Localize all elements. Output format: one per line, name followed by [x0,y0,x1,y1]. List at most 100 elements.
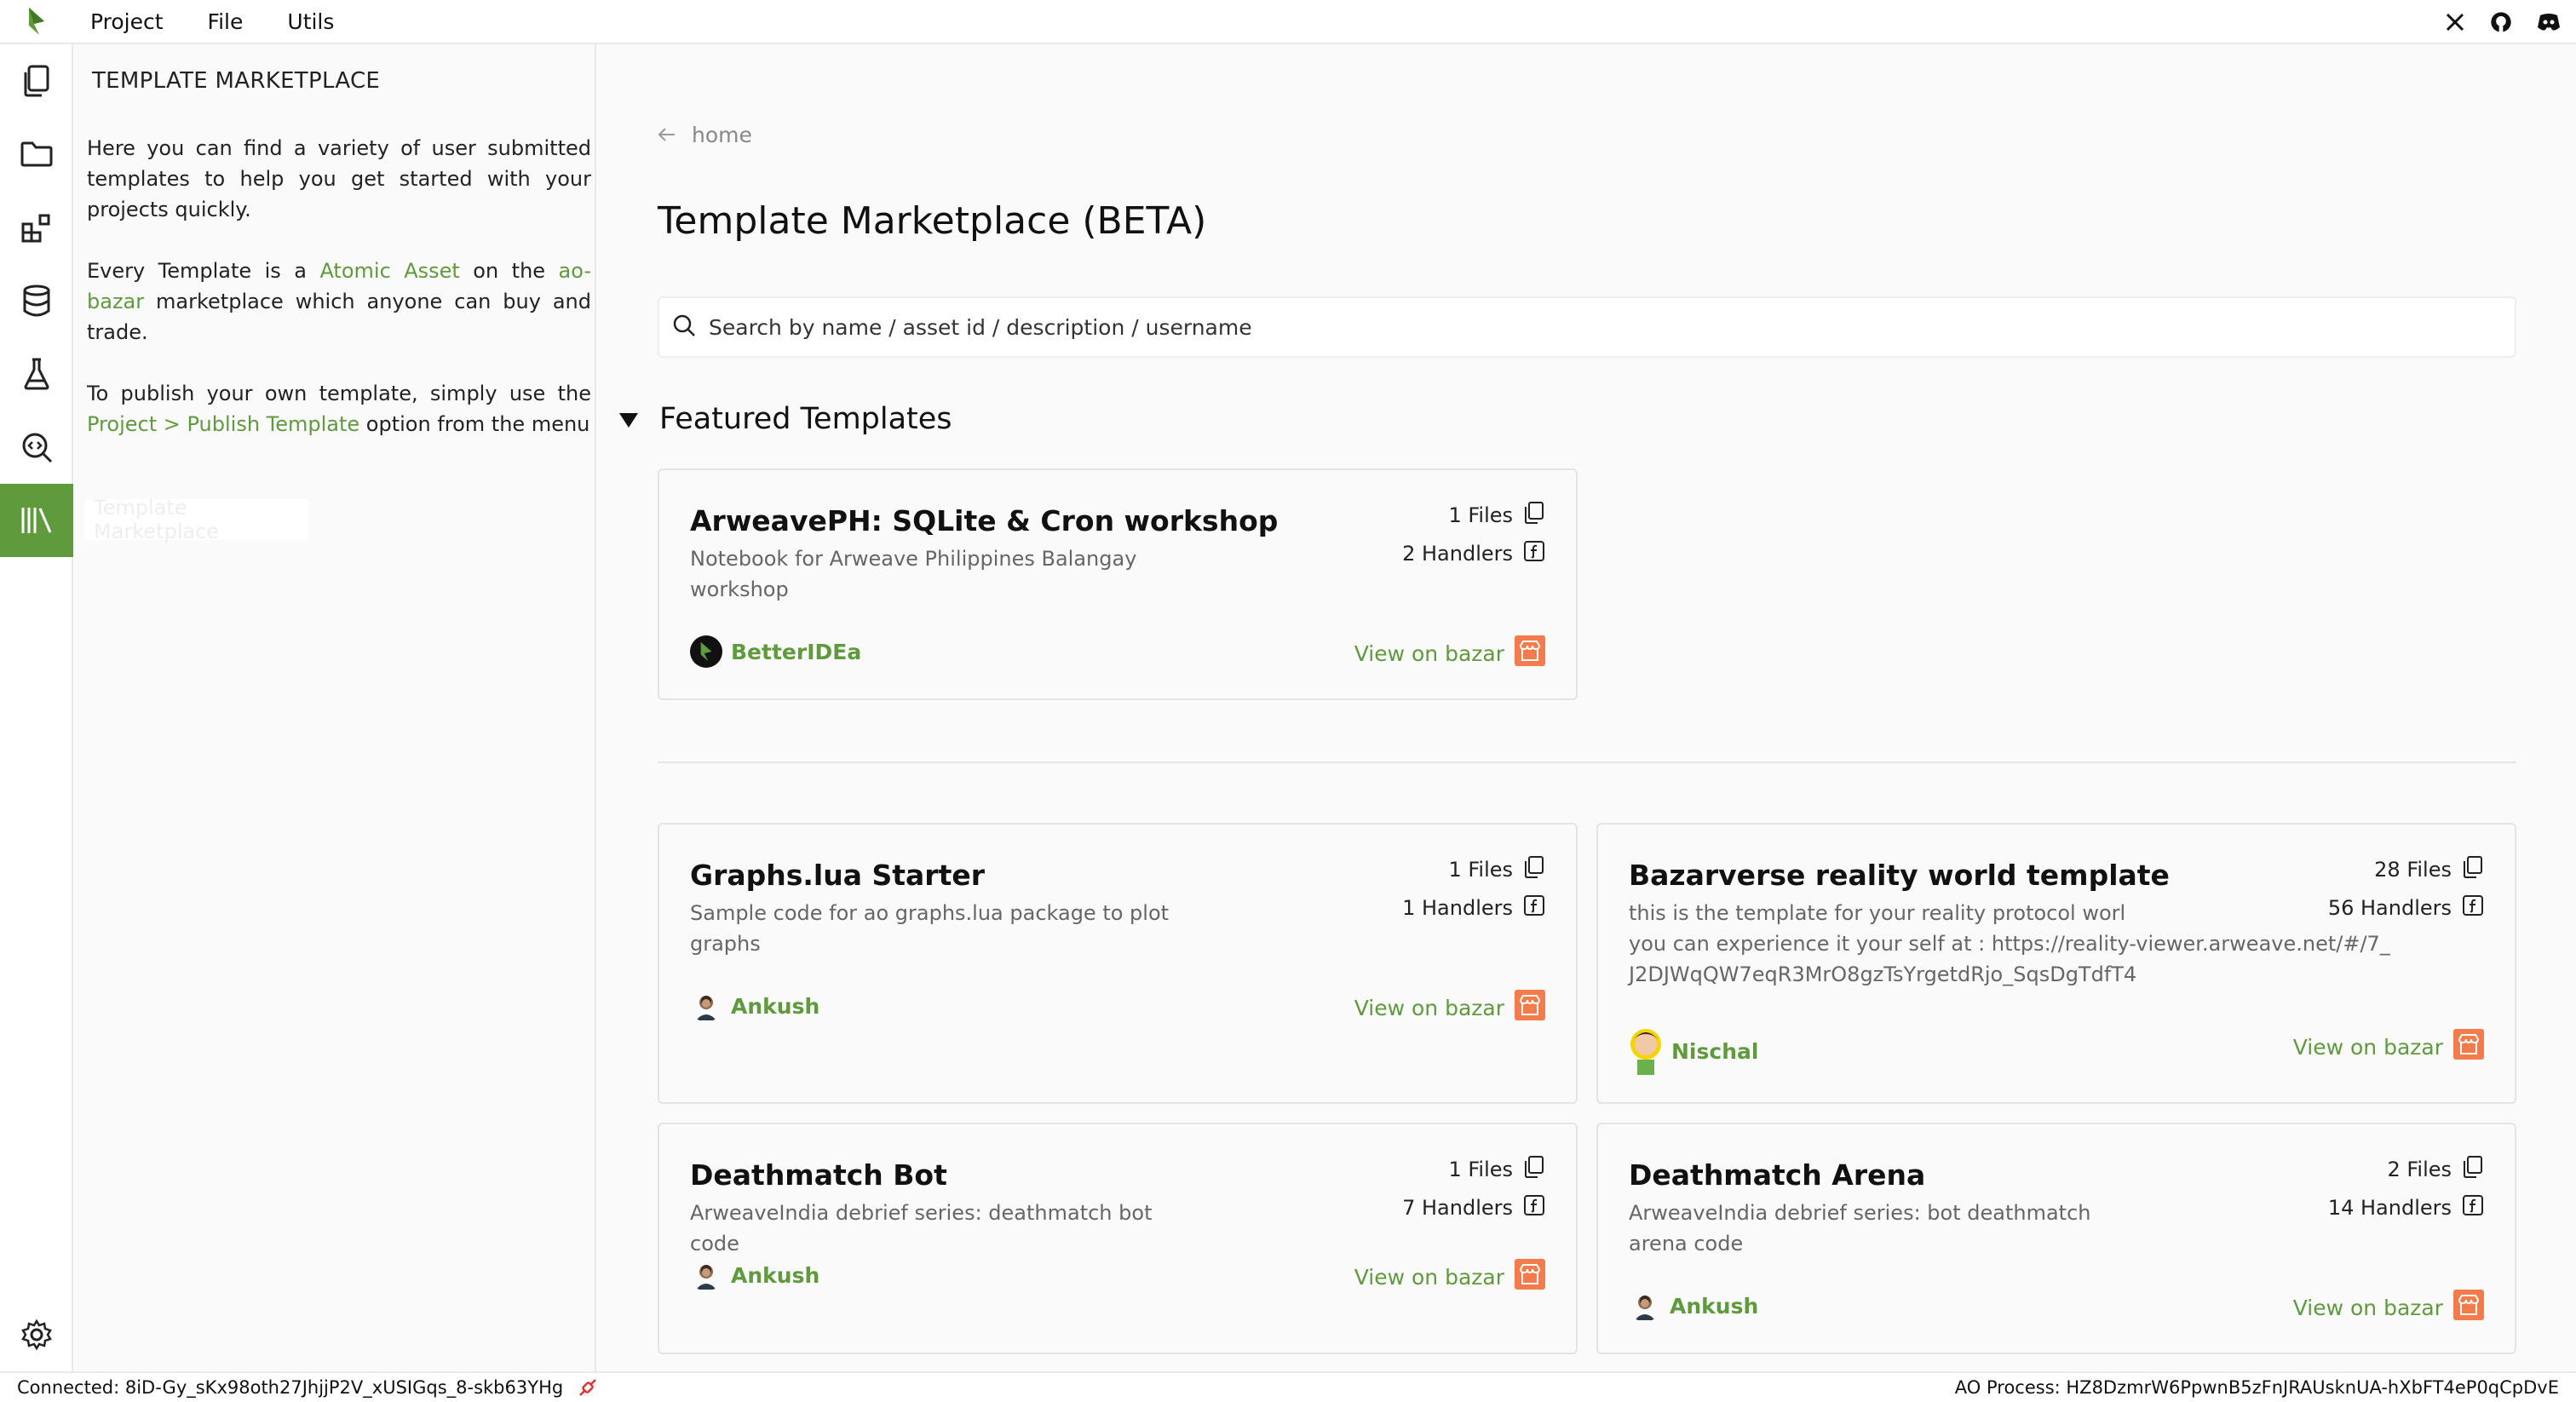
author-name[interactable]: Ankush [731,1263,819,1288]
description-line: you can experience it your self at : htt… [1629,932,2390,986]
view-on-bazar-label[interactable]: View on bazar [2293,1035,2443,1060]
files-icon[interactable] [0,44,73,118]
x-twitter-icon[interactable] [2445,12,2465,32]
handlers-count: 2 Handlers [1402,540,1545,567]
panel-title: TEMPLATE MARKETPLACE [92,68,381,94]
template-card[interactable]: Bazarverse reality world template this i… [1596,823,2516,1104]
app-logo-icon[interactable] [0,0,73,43]
handlers-label: 56 Handlers [2327,896,2452,920]
view-on-bazar-label[interactable]: View on bazar [1354,641,1504,666]
card-description: Notebook for Arweave Philippines Balanga… [690,547,1137,601]
folder-icon[interactable] [0,118,73,191]
text-fragment: option from the menu [359,412,590,436]
template-card-featured[interactable]: ArweavePH: SQLite & Cron workshop Notebo… [658,468,1578,700]
files-icon [1523,1155,1545,1184]
author-name[interactable]: Ankush [1670,1294,1758,1319]
publish-template-link[interactable]: Project > Publish Template [87,412,359,436]
author-name[interactable]: Ankush [731,994,819,1019]
card-title: Deathmatch Arena [1629,1158,1926,1192]
bazar-icon [2453,1029,2484,1065]
page-title: Template Marketplace (BETA) [658,199,1207,243]
handlers-count: 1 Handlers [1402,894,1545,922]
view-on-bazar-label[interactable]: View on bazar [1354,1265,1504,1290]
card-author[interactable]: BetterIDEa [690,635,861,668]
avatar [690,990,722,1022]
files-count: 1 Files [1448,1155,1545,1184]
featured-toggle[interactable]: Featured Templates [618,402,952,436]
card-description: ArweaveIndia debrief series: deathmatch … [690,1201,1153,1255]
menubar: Project File Utils [0,0,2576,44]
status-bar: Connected: 8iD-Gy_sKx98oth27JhjjP2V_xUSI… [0,1371,2576,1402]
github-icon[interactable] [2489,10,2513,34]
avatar [690,635,722,668]
files-label: 28 Files [2374,858,2452,882]
template-card[interactable]: Deathmatch Bot ArweaveIndia debrief seri… [658,1123,1578,1354]
social-links [2445,0,2561,44]
files-label: 2 Files [2387,1158,2452,1181]
handlers-label: 14 Handlers [2327,1196,2452,1220]
menu-file[interactable]: File [208,9,244,34]
view-on-bazar-link[interactable]: View on bazar [1354,635,1545,671]
handlers-count: 56 Handlers [2328,894,2484,922]
panel-description: Here you can find a variety of user subm… [87,133,591,470]
card-title: ArweavePH: SQLite & Cron workshop [690,504,1279,537]
files-icon [2462,1155,2484,1184]
bazar-icon [1515,1259,1545,1295]
breadcrumb-home[interactable]: home [692,123,752,147]
card-author[interactable]: Ankush [690,990,819,1022]
handlers-label: 2 Handlers [1402,542,1513,566]
function-icon [1523,894,1545,922]
card-author[interactable]: Ankush [690,1259,819,1291]
search-box[interactable] [658,296,2516,358]
flask-icon[interactable] [0,337,73,411]
caret-down-icon [618,402,639,436]
function-icon [2462,1194,2484,1221]
files-count: 28 Files [2374,855,2484,884]
view-on-bazar-link[interactable]: View on bazar [1354,990,1545,1026]
card-title: Graphs.lua Starter [690,859,986,892]
atomic-asset-link[interactable]: Atomic Asset [319,259,459,283]
avatar [1629,1026,1663,1077]
menu-utils[interactable]: Utils [287,9,334,34]
text-fragment: marketplace which anyone can buy and tra… [87,290,591,344]
discord-icon[interactable] [2537,13,2561,32]
side-panel: TEMPLATE MARKETPLACE Here you can find a… [73,44,596,1371]
view-on-bazar-label[interactable]: View on bazar [2293,1296,2443,1320]
gear-icon[interactable] [0,1298,73,1371]
packages-icon[interactable] [0,191,73,264]
function-icon [2462,894,2484,922]
view-on-bazar-link[interactable]: View on bazar [2293,1029,2484,1065]
author-name[interactable]: Nischal [1671,1039,1758,1064]
handlers-count: 14 Handlers [2328,1194,2484,1221]
intro-text: Here you can find a variety of user subm… [87,136,591,221]
search-icon [671,313,697,342]
ao-process-id[interactable]: AO Process: HZ8DzmrW6PpwnB5zFnJRAUsknUA-… [1955,1377,2559,1398]
description-line: this is the template for your reality pr… [1629,901,2126,925]
card-author[interactable]: Nischal [1629,1026,1758,1077]
search-code-icon[interactable] [0,411,73,484]
menu-project[interactable]: Project [90,9,164,34]
database-icon[interactable] [0,264,73,337]
view-on-bazar-link[interactable]: View on bazar [2293,1290,2484,1325]
view-on-bazar-label[interactable]: View on bazar [1354,996,1504,1020]
files-count: 1 Files [1448,501,1545,530]
connected-wallet[interactable]: Connected: 8iD-Gy_sKx98oth27JhjjP2V_xUSI… [17,1377,563,1398]
text-fragment: on the [459,259,559,283]
author-name[interactable]: BetterIDEa [731,640,861,664]
avatar [1629,1290,1661,1322]
template-card[interactable]: Deathmatch Arena ArweaveIndia debrief se… [1596,1123,2516,1354]
template-card[interactable]: Graphs.lua Starter Sample code for ao gr… [658,823,1578,1104]
card-description: ArweaveIndia debrief series: bot deathma… [1629,1201,2091,1255]
handlers-count: 7 Handlers [1402,1194,1545,1221]
breadcrumb[interactable]: home [658,123,752,147]
text-fragment: Every Template is a [87,259,320,283]
featured-heading: Featured Templates [659,402,952,436]
card-author[interactable]: Ankush [1629,1290,1758,1322]
activity-bar [0,44,73,1371]
main-content: home Template Marketplace (BETA) Feature… [596,44,2576,1371]
view-on-bazar-link[interactable]: View on bazar [1354,1259,1545,1295]
search-input[interactable] [709,314,2498,340]
library-icon[interactable] [0,484,73,557]
files-icon [1523,501,1545,530]
disconnect-plug-icon[interactable] [577,1376,599,1399]
